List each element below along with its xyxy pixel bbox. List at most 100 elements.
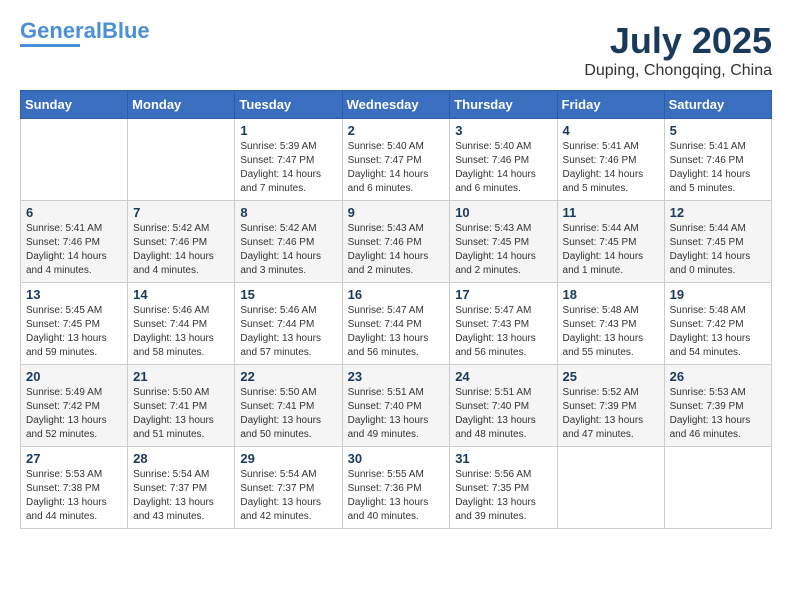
day-number: 14 xyxy=(133,287,229,302)
day-cell: 29Sunrise: 5:54 AM Sunset: 7:37 PM Dayli… xyxy=(235,447,342,529)
day-cell: 19Sunrise: 5:48 AM Sunset: 7:42 PM Dayli… xyxy=(664,283,771,365)
day-cell: 13 Sunrise: 5:45 AM Sunset: 7:45 PM Dayli… xyxy=(21,283,128,365)
day-cell: 18 Sunrise: 5:48 AM Sunset: 7:43 PM Dayli… xyxy=(557,283,664,365)
day-cell xyxy=(664,447,771,529)
day-cell: 4 Sunrise: 5:41 AM Sunset: 7:46 PM Daylig… xyxy=(557,119,664,201)
day-number: 9 xyxy=(348,205,445,220)
day-cell: 5 Sunrise: 5:41 AM Sunset: 7:46 PM Daylig… xyxy=(664,119,771,201)
day-cell: 1 Sunrise: 5:39 AM Sunset: 7:47 PM Daylig… xyxy=(235,119,342,201)
day-number: 27 xyxy=(26,451,122,466)
day-info: Sunrise: 5:48 AM Sunset: 7:43 PM Dayligh… xyxy=(563,304,659,360)
day-cell: 12Sunrise: 5:44 AM Sunset: 7:45 PM Dayli… xyxy=(664,201,771,283)
day-number: 15 xyxy=(240,287,336,302)
day-info: Sunrise: 5:44 AM Sunset: 7:45 PM Dayligh… xyxy=(563,222,659,278)
day-info: Sunrise: 5:50 AM Sunset: 7:41 PM Dayligh… xyxy=(240,386,336,442)
day-cell: 30Sunrise: 5:55 AM Sunset: 7:36 PM Dayli… xyxy=(342,447,450,529)
day-cell: 7 Sunrise: 5:42 AM Sunset: 7:46 PM Daylig… xyxy=(128,201,235,283)
day-number: 23 xyxy=(348,369,445,384)
day-cell: 10 Sunrise: 5:43 AM Sunset: 7:45 PM Dayli… xyxy=(450,201,557,283)
day-cell: 22 Sunrise: 5:50 AM Sunset: 7:41 PM Dayli… xyxy=(235,365,342,447)
day-info: Sunrise: 5:49 AM Sunset: 7:42 PM Dayligh… xyxy=(26,386,122,442)
day-info: Sunrise: 5:54 AM Sunset: 7:37 PM Dayligh… xyxy=(240,468,336,524)
day-number: 1 xyxy=(240,123,336,138)
day-info: Sunrise: 5:50 AM Sunset: 7:41 PM Dayligh… xyxy=(133,386,229,442)
weekday-header-saturday: Saturday xyxy=(664,91,771,119)
day-info: Sunrise: 5:46 AM Sunset: 7:44 PM Dayligh… xyxy=(240,304,336,360)
day-number: 24 xyxy=(455,369,551,384)
day-cell: 21 Sunrise: 5:50 AM Sunset: 7:41 PM Dayli… xyxy=(128,365,235,447)
day-info: Sunrise: 5:47 AM Sunset: 7:43 PM Dayligh… xyxy=(455,304,551,360)
day-number: 7 xyxy=(133,205,229,220)
weekday-header-wednesday: Wednesday xyxy=(342,91,450,119)
logo-underline xyxy=(20,44,80,47)
weekday-header-thursday: Thursday xyxy=(450,91,557,119)
page-header: GeneralBlue July 2025 Duping, Chongqing,… xyxy=(20,20,772,80)
day-cell: 20 Sunrise: 5:49 AM Sunset: 7:42 PM Dayli… xyxy=(21,365,128,447)
day-info: Sunrise: 5:40 AM Sunset: 7:46 PM Dayligh… xyxy=(455,140,551,196)
day-number: 31 xyxy=(455,451,551,466)
day-cell xyxy=(128,119,235,201)
weekday-header-sunday: Sunday xyxy=(21,91,128,119)
day-cell: 25Sunrise: 5:52 AM Sunset: 7:39 PM Dayli… xyxy=(557,365,664,447)
day-number: 4 xyxy=(563,123,659,138)
month-year: July 2025 xyxy=(584,20,772,62)
day-number: 3 xyxy=(455,123,551,138)
day-cell: 17 Sunrise: 5:47 AM Sunset: 7:43 PM Dayli… xyxy=(450,283,557,365)
day-number: 2 xyxy=(348,123,445,138)
weekday-header-friday: Friday xyxy=(557,91,664,119)
day-cell: 3 Sunrise: 5:40 AM Sunset: 7:46 PM Daylig… xyxy=(450,119,557,201)
day-info: Sunrise: 5:51 AM Sunset: 7:40 PM Dayligh… xyxy=(348,386,445,442)
day-info: Sunrise: 5:54 AM Sunset: 7:37 PM Dayligh… xyxy=(133,468,229,524)
day-number: 10 xyxy=(455,205,551,220)
week-row-4: 20 Sunrise: 5:49 AM Sunset: 7:42 PM Dayli… xyxy=(21,365,772,447)
day-cell: 16Sunrise: 5:47 AM Sunset: 7:44 PM Dayli… xyxy=(342,283,450,365)
day-number: 20 xyxy=(26,369,122,384)
day-info: Sunrise: 5:53 AM Sunset: 7:38 PM Dayligh… xyxy=(26,468,122,524)
day-cell: 2 Sunrise: 5:40 AM Sunset: 7:47 PM Daylig… xyxy=(342,119,450,201)
day-info: Sunrise: 5:41 AM Sunset: 7:46 PM Dayligh… xyxy=(563,140,659,196)
weekday-header-row: SundayMondayTuesdayWednesdayThursdayFrid… xyxy=(21,91,772,119)
day-number: 28 xyxy=(133,451,229,466)
day-cell: 24Sunrise: 5:51 AM Sunset: 7:40 PM Dayli… xyxy=(450,365,557,447)
day-cell: 14 Sunrise: 5:46 AM Sunset: 7:44 PM Dayli… xyxy=(128,283,235,365)
day-number: 26 xyxy=(670,369,766,384)
week-row-2: 6 Sunrise: 5:41 AM Sunset: 7:46 PM Daylig… xyxy=(21,201,772,283)
day-info: Sunrise: 5:42 AM Sunset: 7:46 PM Dayligh… xyxy=(133,222,229,278)
location: Duping, Chongqing, China xyxy=(584,62,772,80)
weekday-header-monday: Monday xyxy=(128,91,235,119)
day-number: 17 xyxy=(455,287,551,302)
day-cell: 28 Sunrise: 5:54 AM Sunset: 7:37 PM Dayli… xyxy=(128,447,235,529)
day-info: Sunrise: 5:45 AM Sunset: 7:45 PM Dayligh… xyxy=(26,304,122,360)
day-number: 18 xyxy=(563,287,659,302)
logo: GeneralBlue xyxy=(20,20,150,47)
week-row-1: 1 Sunrise: 5:39 AM Sunset: 7:47 PM Daylig… xyxy=(21,119,772,201)
weekday-header-tuesday: Tuesday xyxy=(235,91,342,119)
day-cell: 15 Sunrise: 5:46 AM Sunset: 7:44 PM Dayli… xyxy=(235,283,342,365)
day-info: Sunrise: 5:39 AM Sunset: 7:47 PM Dayligh… xyxy=(240,140,336,196)
day-number: 16 xyxy=(348,287,445,302)
day-info: Sunrise: 5:40 AM Sunset: 7:47 PM Dayligh… xyxy=(348,140,445,196)
day-cell: 9 Sunrise: 5:43 AM Sunset: 7:46 PM Daylig… xyxy=(342,201,450,283)
day-cell: 6 Sunrise: 5:41 AM Sunset: 7:46 PM Daylig… xyxy=(21,201,128,283)
day-number: 22 xyxy=(240,369,336,384)
day-number: 6 xyxy=(26,205,122,220)
day-number: 13 xyxy=(26,287,122,302)
day-info: Sunrise: 5:48 AM Sunset: 7:42 PM Dayligh… xyxy=(670,304,766,360)
day-info: Sunrise: 5:43 AM Sunset: 7:45 PM Dayligh… xyxy=(455,222,551,278)
title-block: July 2025 Duping, Chongqing, China xyxy=(584,20,772,80)
day-cell: 27 Sunrise: 5:53 AM Sunset: 7:38 PM Dayli… xyxy=(21,447,128,529)
day-number: 11 xyxy=(563,205,659,220)
day-cell: 23 Sunrise: 5:51 AM Sunset: 7:40 PM Dayli… xyxy=(342,365,450,447)
day-cell xyxy=(557,447,664,529)
day-cell: 31Sunrise: 5:56 AM Sunset: 7:35 PM Dayli… xyxy=(450,447,557,529)
day-number: 21 xyxy=(133,369,229,384)
day-info: Sunrise: 5:43 AM Sunset: 7:46 PM Dayligh… xyxy=(348,222,445,278)
day-info: Sunrise: 5:41 AM Sunset: 7:46 PM Dayligh… xyxy=(670,140,766,196)
day-info: Sunrise: 5:46 AM Sunset: 7:44 PM Dayligh… xyxy=(133,304,229,360)
day-cell: 26Sunrise: 5:53 AM Sunset: 7:39 PM Dayli… xyxy=(664,365,771,447)
day-info: Sunrise: 5:41 AM Sunset: 7:46 PM Dayligh… xyxy=(26,222,122,278)
day-info: Sunrise: 5:55 AM Sunset: 7:36 PM Dayligh… xyxy=(348,468,445,524)
day-info: Sunrise: 5:42 AM Sunset: 7:46 PM Dayligh… xyxy=(240,222,336,278)
day-number: 5 xyxy=(670,123,766,138)
day-info: Sunrise: 5:44 AM Sunset: 7:45 PM Dayligh… xyxy=(670,222,766,278)
